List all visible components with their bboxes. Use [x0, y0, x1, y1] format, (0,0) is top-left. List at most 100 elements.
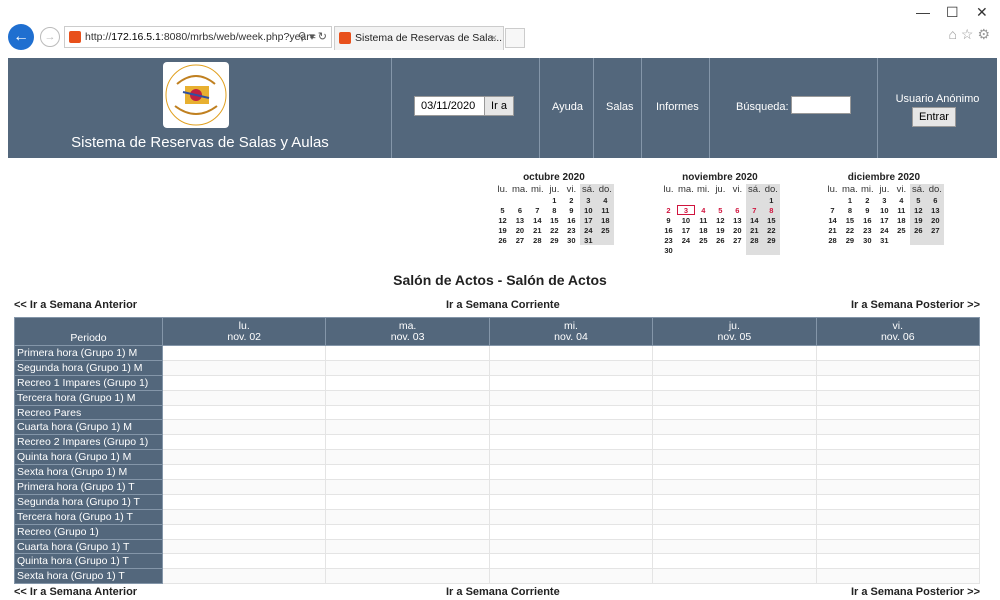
calendar-day[interactable]: 1 [762, 195, 780, 205]
calendar-day[interactable]: 15 [546, 215, 563, 225]
calendar-day[interactable]: 27 [926, 225, 944, 235]
day-column-header[interactable]: ju. nov. 05 [652, 317, 817, 346]
calendar-day[interactable]: 12 [494, 215, 511, 225]
booking-slot[interactable] [161, 553, 327, 570]
calendar-day[interactable]: 25 [596, 225, 614, 235]
booking-slot[interactable] [325, 374, 490, 391]
forward-arrow-icon[interactable]: → [40, 27, 60, 47]
booking-slot[interactable] [488, 508, 654, 525]
booking-slot[interactable] [488, 404, 654, 421]
calendar-day[interactable]: 17 [677, 225, 695, 235]
calendar-day[interactable]: 11 [893, 205, 910, 215]
search-refresh-icon[interactable]: ⚲ ▾ ↻ [298, 27, 327, 47]
calendar-day[interactable]: 23 [563, 225, 580, 235]
calendar-day[interactable]: 5 [494, 205, 511, 215]
booking-slot[interactable] [488, 374, 654, 391]
booking-slot[interactable] [488, 449, 654, 466]
booking-slot[interactable] [652, 523, 817, 540]
calendar-day[interactable]: 10 [677, 215, 695, 225]
booking-slot[interactable] [325, 568, 490, 585]
calendar-day[interactable]: 25 [695, 235, 712, 245]
booking-slot[interactable] [161, 389, 327, 406]
booking-slot[interactable] [161, 464, 327, 481]
booking-slot[interactable] [652, 359, 817, 376]
booking-slot[interactable] [488, 553, 654, 570]
prev-week-link[interactable]: << Ir a Semana Anterior [14, 299, 137, 311]
go-to-date-button[interactable]: Ir a [484, 96, 514, 116]
date-input[interactable]: 03/11/2020 [414, 96, 488, 116]
calendar-day[interactable]: 11 [596, 205, 614, 215]
booking-slot[interactable] [161, 523, 327, 540]
booking-slot[interactable] [815, 449, 981, 466]
booking-slot[interactable] [652, 345, 817, 361]
calendar-day[interactable]: 29 [841, 235, 859, 245]
calendar-day[interactable]: 4 [695, 205, 712, 215]
booking-slot[interactable] [815, 434, 981, 451]
calendar-day[interactable]: 5 [909, 195, 927, 205]
booking-slot[interactable] [652, 374, 817, 391]
booking-slot[interactable] [161, 568, 327, 585]
calendar-day[interactable]: 2 [859, 195, 876, 205]
calendar-day[interactable]: 17 [579, 215, 597, 225]
booking-slot[interactable] [815, 508, 981, 525]
calendar-day[interactable]: 22 [546, 225, 563, 235]
calendar-month-title[interactable]: noviembre 2020 [660, 172, 780, 183]
calendar-day[interactable]: 11 [695, 215, 712, 225]
booking-slot[interactable] [325, 493, 490, 510]
calendar-day[interactable]: 25 [893, 225, 910, 235]
calendar-day[interactable]: 8 [841, 205, 859, 215]
booking-slot[interactable] [161, 493, 327, 510]
maximize-icon[interactable]: ☐ [946, 4, 959, 21]
booking-slot[interactable] [652, 389, 817, 406]
calendar-day[interactable]: 31 [579, 235, 597, 245]
close-window-icon[interactable]: ✕ [976, 4, 988, 21]
calendar-day[interactable]: 7 [529, 205, 546, 215]
booking-slot[interactable] [161, 419, 327, 436]
calendar-day[interactable]: 6 [926, 195, 944, 205]
calendar-day[interactable]: 3 [579, 195, 597, 205]
calendar-day[interactable]: 4 [893, 195, 910, 205]
calendar-day[interactable]: 7 [824, 205, 841, 215]
school-logo[interactable] [163, 62, 229, 128]
booking-slot[interactable] [325, 419, 490, 436]
calendar-day[interactable]: 26 [494, 235, 511, 245]
next-week-link[interactable]: Ir a Semana Posterior >> [851, 586, 980, 598]
booking-slot[interactable] [815, 553, 981, 570]
back-arrow-icon[interactable]: ← [8, 24, 34, 50]
calendar-day[interactable]: 8 [762, 205, 780, 215]
booking-slot[interactable] [325, 523, 490, 540]
booking-slot[interactable] [652, 508, 817, 525]
booking-slot[interactable] [652, 568, 817, 585]
booking-slot[interactable] [815, 404, 981, 421]
calendar-day[interactable]: 24 [677, 235, 695, 245]
booking-slot[interactable] [161, 449, 327, 466]
calendar-day[interactable]: 28 [745, 235, 763, 245]
booking-slot[interactable] [161, 374, 327, 391]
tab-close-icon[interactable]: × [491, 27, 497, 49]
login-button[interactable]: Entrar [912, 107, 956, 127]
current-week-link[interactable]: Ir a Semana Corriente [446, 299, 560, 311]
booking-slot[interactable] [815, 374, 981, 391]
calendar-day[interactable]: 16 [859, 215, 876, 225]
calendar-day[interactable]: 3 [677, 205, 695, 215]
booking-slot[interactable] [652, 434, 817, 451]
calendar-day[interactable]: 2 [660, 205, 677, 215]
calendar-day[interactable]: 9 [660, 215, 677, 225]
calendar-day[interactable]: 1 [841, 195, 859, 205]
booking-slot[interactable] [652, 493, 817, 510]
calendar-day[interactable]: 14 [529, 215, 546, 225]
calendar-day[interactable]: 10 [579, 205, 597, 215]
calendar-day[interactable]: 30 [660, 245, 677, 255]
reports-link[interactable]: Informes [656, 101, 699, 113]
booking-slot[interactable] [815, 493, 981, 510]
calendar-day[interactable]: 23 [660, 235, 677, 245]
calendar-day[interactable]: 12 [712, 215, 729, 225]
minimize-icon[interactable]: — [916, 4, 930, 20]
booking-slot[interactable] [325, 434, 490, 451]
calendar-day[interactable]: 22 [841, 225, 859, 235]
booking-slot[interactable] [652, 449, 817, 466]
booking-slot[interactable] [488, 464, 654, 481]
calendar-day[interactable]: 19 [494, 225, 511, 235]
help-link[interactable]: Ayuda [552, 101, 583, 113]
booking-slot[interactable] [488, 538, 654, 555]
